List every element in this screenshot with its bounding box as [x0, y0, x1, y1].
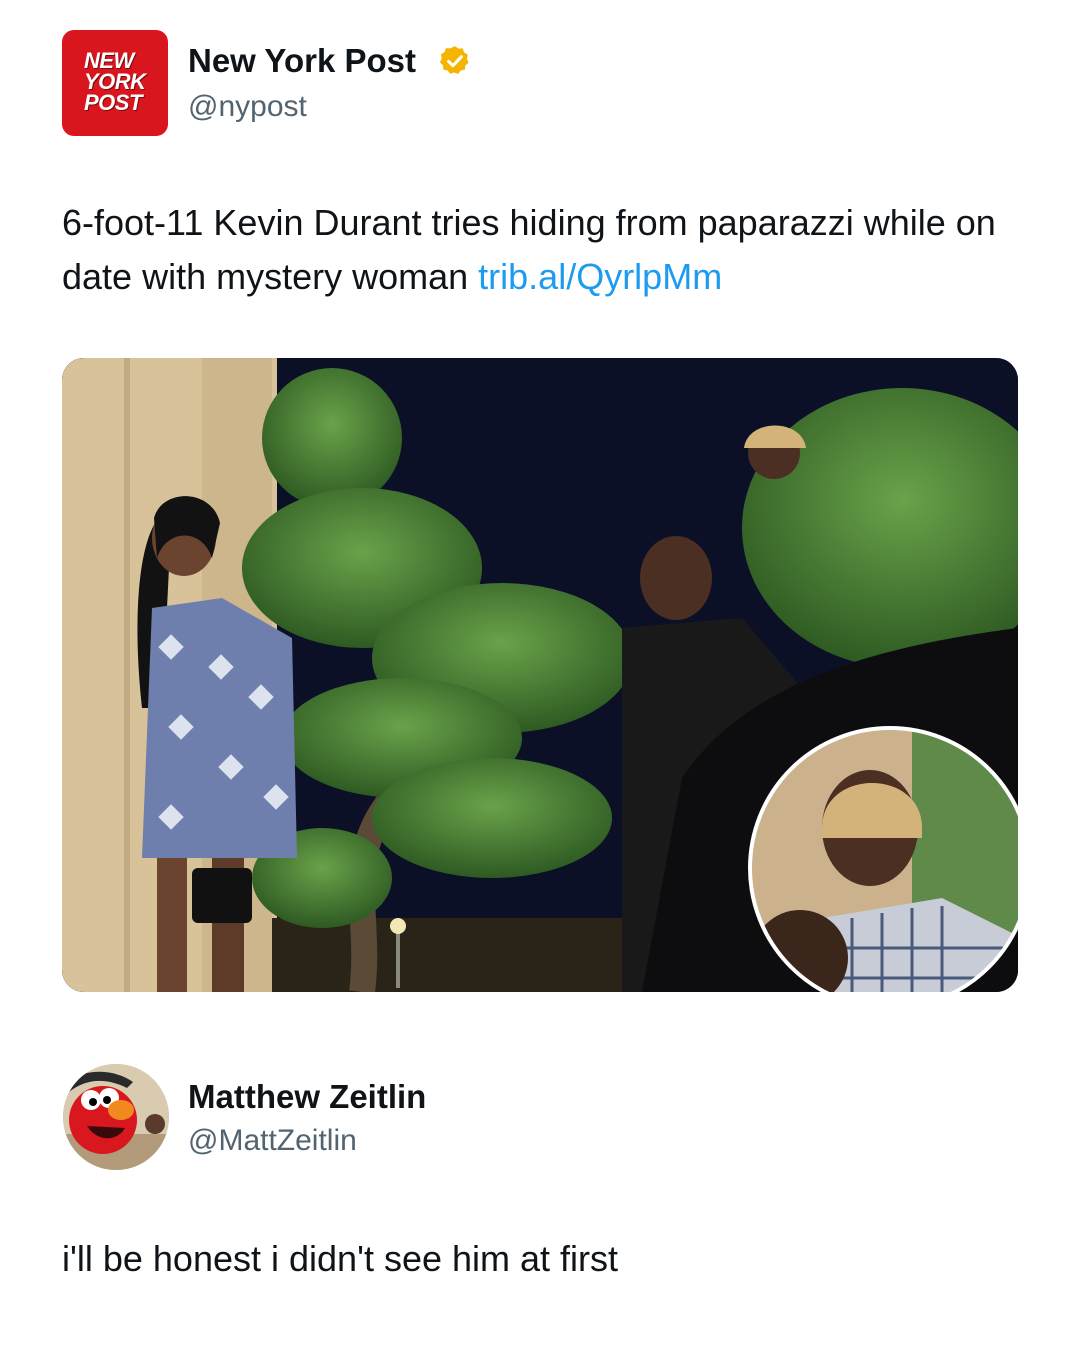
elmo-avatar-icon[interactable]: [63, 1064, 169, 1170]
handle[interactable]: @MattZeitlin: [188, 1124, 357, 1158]
photo-illustration: [62, 358, 1018, 992]
display-name[interactable]: Matthew Zeitlin: [188, 1078, 426, 1116]
nypost-avatar[interactable]: NEW YORK POST: [62, 30, 168, 136]
elmo-avatar-graphic: [63, 1064, 169, 1170]
tweet-photo[interactable]: [62, 358, 1018, 992]
verified-badge-icon: [439, 46, 469, 74]
handle[interactable]: @nypost: [188, 90, 307, 124]
tweet-text: i'll be honest i didn't see him at first: [62, 1238, 619, 1279]
tweet-text: 6-foot-11 Kevin Durant tries hiding from…: [62, 196, 1022, 304]
display-name[interactable]: New York Post: [188, 42, 416, 80]
tweet-link[interactable]: trib.al/QyrlpMm: [478, 256, 722, 297]
nypost-logo-text: NEW YORK POST: [84, 48, 146, 115]
